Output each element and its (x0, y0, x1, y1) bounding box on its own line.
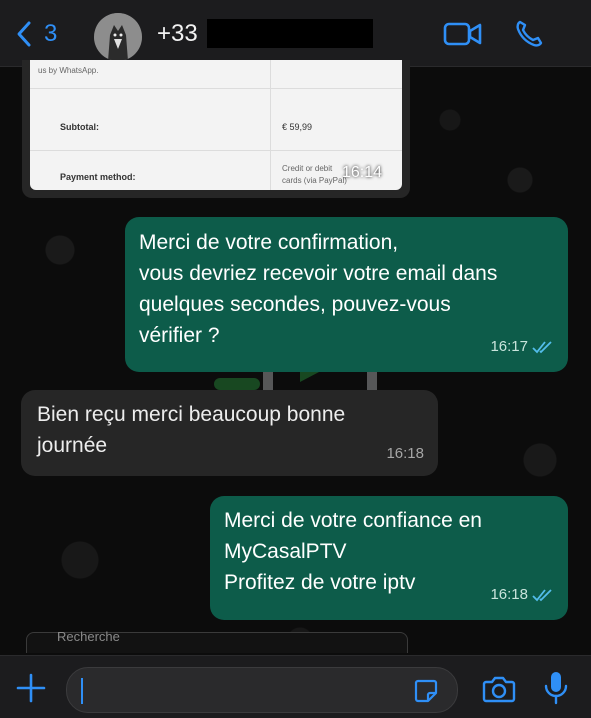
message-line: Merci de votre confirmation, (139, 231, 399, 254)
receipt-column-divider (270, 60, 271, 190)
message-input[interactable] (66, 667, 458, 713)
back-button[interactable]: 3 (14, 18, 74, 50)
redacted-phone-number (207, 19, 373, 48)
message-meta: 16:17 (490, 331, 554, 362)
message-meta: 16:18 (386, 438, 424, 469)
receipt-divider (30, 150, 402, 151)
message-time: 16:17 (490, 338, 528, 355)
attach-button[interactable] (16, 673, 46, 703)
video-camera-icon (443, 20, 483, 48)
subtotal-label: Subtotal: (60, 122, 99, 132)
microphone-icon (543, 670, 569, 706)
video-call-button[interactable] (443, 20, 483, 48)
avatar[interactable] (94, 13, 142, 61)
camera-button[interactable] (482, 674, 516, 704)
payment-method-value-2: cards (via PayPal) (282, 176, 347, 185)
sticker-icon (413, 678, 439, 704)
incoming-message[interactable]: Bien reçu merci beaucoup bonne journée 1… (21, 390, 438, 476)
message-line: Profitez de votre iptv (224, 571, 416, 594)
contact-name[interactable]: +33 (157, 20, 198, 48)
message-line: Merci de votre confiance en (224, 509, 482, 532)
message-line: journée (37, 434, 108, 457)
search-strip: Recherche (26, 629, 408, 653)
receipt-divider (30, 88, 402, 89)
unread-count: 3 (44, 20, 58, 47)
message-line: MyCasalPTV (224, 540, 347, 563)
message-time: 16:18 (490, 586, 528, 603)
text-caret (81, 678, 83, 704)
message-text: Bien reçu merci beaucoup bonne journée (37, 399, 345, 461)
camera-icon (482, 674, 516, 704)
outgoing-message[interactable]: Merci de votre confirmation, vous devrie… (125, 217, 568, 372)
composer-bar (0, 655, 591, 718)
microphone-button[interactable] (543, 670, 569, 706)
payment-method-label: Payment method: (60, 172, 136, 182)
dog-avatar-icon (94, 13, 142, 61)
outgoing-message[interactable]: Merci de votre confiance en MyCasalPTV P… (210, 496, 568, 620)
chevron-left-icon (14, 20, 34, 48)
message-time: 16:18 (386, 445, 424, 462)
chat-header: 3 +33 (0, 0, 591, 67)
subtotal-value: € 59,99 (282, 122, 313, 132)
message-line: Bien reçu merci beaucoup bonne (37, 403, 346, 426)
image-message[interactable]: us by WhatsApp. Subtotal: € 59,99 Paymen… (22, 60, 410, 198)
phone-icon (513, 18, 545, 50)
message-meta: 16:18 (490, 579, 554, 610)
message-time: 16:14 (342, 164, 383, 181)
message-text: Merci de votre confiance en MyCasalPTV P… (224, 505, 482, 598)
message-line: vous devriez recevoir votre email dans (139, 262, 498, 285)
message-line: vérifier ? (139, 324, 220, 347)
sticker-button[interactable] (413, 678, 439, 704)
voice-call-button[interactable] (513, 18, 545, 50)
plus-icon (16, 673, 46, 703)
receipt-fragment-text: us by WhatsApp. (38, 66, 99, 75)
message-text: Merci de votre confirmation, vous devrie… (139, 227, 497, 351)
payment-method-value: Credit or debit (282, 164, 333, 173)
message-line: quelques secondes, pouvez-vous (139, 293, 451, 316)
search-strip-label: Recherche (57, 629, 120, 644)
double-check-icon (532, 340, 554, 354)
double-check-icon (532, 588, 554, 602)
